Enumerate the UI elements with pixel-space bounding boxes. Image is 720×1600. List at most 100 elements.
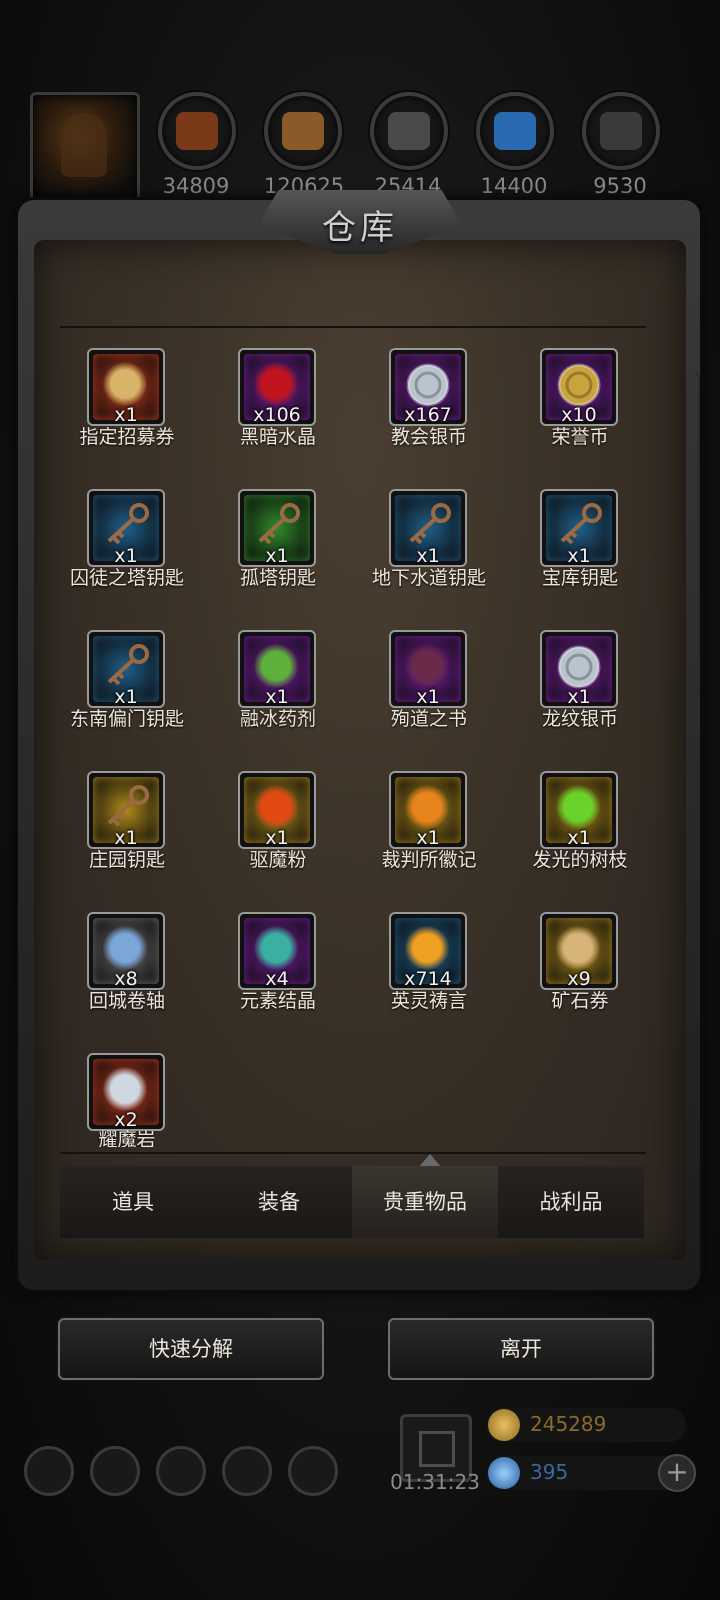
item-slot: x1 <box>87 771 165 849</box>
item-slot: x10 <box>540 348 618 426</box>
resource-slot[interactable]: 120625 <box>264 92 344 198</box>
tab-equipment[interactable]: 装备 <box>206 1166 352 1238</box>
item-name: 回城卷轴 <box>88 990 165 1012</box>
item-name: 龙纹银币 <box>541 708 618 730</box>
item-name: 裁判所徽记 <box>381 849 477 871</box>
item-name: 耀魔岩 <box>98 1129 156 1147</box>
tab-items[interactable]: 道具 <box>60 1166 206 1238</box>
item-slot: x1 <box>389 771 467 849</box>
stone-block-icon <box>600 112 642 150</box>
inventory-item[interactable]: x9 矿石券 <box>503 910 657 1050</box>
item-slot: x1 <box>540 771 618 849</box>
item-slot: x1 <box>238 630 316 708</box>
mail-icon[interactable] <box>222 1446 272 1496</box>
inventory-item[interactable]: x1 囚徒之塔钥匙 <box>50 487 204 627</box>
inventory-item[interactable]: x4 元素结晶 <box>201 910 355 1050</box>
resource-ring <box>476 92 554 170</box>
inventory-item[interactable]: x1 驱魔粉 <box>201 769 355 909</box>
menu-icon[interactable] <box>90 1446 140 1496</box>
inventory-item[interactable]: x1 裁判所徽记 <box>352 769 506 909</box>
settings-icon[interactable] <box>24 1446 74 1496</box>
inventory-item[interactable]: x167 教会银币 <box>352 346 506 486</box>
inventory-item[interactable]: x1 地下水道钥匙 <box>352 487 506 627</box>
item-slot: x1 <box>540 489 618 567</box>
ore-pile-icon <box>176 112 218 150</box>
leave-button[interactable]: 离开 <box>388 1318 654 1380</box>
resource-ring <box>158 92 236 170</box>
item-name: 黑暗水晶 <box>239 426 316 448</box>
resource-amount: 14400 <box>480 174 548 198</box>
tab-valuables[interactable]: 贵重物品 <box>352 1166 498 1238</box>
emblem-icon <box>405 785 449 829</box>
resource-slot[interactable]: 9530 <box>582 92 660 198</box>
inventory-item[interactable]: x1 龙纹银币 <box>503 628 657 768</box>
silver-coin-icon <box>405 362 450 407</box>
inventory-item[interactable]: x1 孤塔钥匙 <box>201 487 355 627</box>
inventory-item[interactable]: x1 东南偏门钥匙 <box>50 628 204 768</box>
dark-crystal-icon <box>254 362 298 406</box>
item-slot: x2 <box>87 1053 165 1131</box>
blue-crystal-icon <box>494 112 536 150</box>
category-tabs: 道具 装备 贵重物品 战利品 <box>60 1166 646 1238</box>
key-icon <box>556 503 602 547</box>
map-icon[interactable] <box>288 1446 338 1496</box>
bottom-divider <box>60 1152 646 1154</box>
item-name: 东南偏门钥匙 <box>69 708 184 730</box>
gold-coin-icon <box>488 1409 520 1441</box>
item-slot: x106 <box>238 348 316 426</box>
fire-orb-icon <box>405 926 449 970</box>
item-name: 庄园钥匙 <box>88 849 165 871</box>
item-slot: x1 <box>389 630 467 708</box>
side-scroll-edge <box>686 370 700 700</box>
item-slot: x1 <box>87 630 165 708</box>
item-slot: x1 <box>238 771 316 849</box>
hero-portrait[interactable] <box>30 92 140 202</box>
inventory-item[interactable]: x1 殉道之书 <box>352 628 506 768</box>
warehouse-title: 仓库 <box>322 208 398 248</box>
glowing-branch-icon <box>556 785 600 829</box>
book-icon <box>405 644 449 688</box>
inventory-item[interactable]: x1 融冰药剂 <box>201 628 355 768</box>
resource-slot[interactable]: 34809 <box>158 92 236 198</box>
gold-coin-icon <box>556 362 601 407</box>
cauldron-icon <box>254 644 298 688</box>
inventory-item[interactable]: x106 黑暗水晶 <box>201 346 355 486</box>
inventory-item[interactable]: x1 宝库钥匙 <box>503 487 657 627</box>
add-currency-button[interactable]: + <box>658 1454 696 1492</box>
inventory-item[interactable]: x8 回城卷轴 <box>50 910 204 1050</box>
key-icon <box>103 785 149 829</box>
inventory-item[interactable]: x714 英灵祷言 <box>352 910 506 1050</box>
resource-slot[interactable]: 14400 <box>476 92 554 198</box>
item-name: 指定招募券 <box>79 426 175 448</box>
inventory-item[interactable]: x1 庄园钥匙 <box>50 769 204 909</box>
inventory-item[interactable]: x1 发光的树枝 <box>503 769 657 909</box>
item-slot: x8 <box>87 912 165 990</box>
resource-ring <box>370 92 448 170</box>
resource-slot[interactable]: 25414 <box>370 92 448 198</box>
wood-plank-icon <box>282 112 324 150</box>
key-icon <box>254 503 300 547</box>
resource-amount: 34809 <box>162 174 230 198</box>
gift-timer: 01:31:23 <box>390 1470 480 1494</box>
item-slot: x1 <box>238 489 316 567</box>
item-name: 元素结晶 <box>239 990 316 1012</box>
item-slot: x167 <box>389 348 467 426</box>
powder-icon <box>254 785 298 829</box>
item-slot: x714 <box>389 912 467 990</box>
item-name: 地下水道钥匙 <box>371 567 486 589</box>
resource-ring <box>264 92 342 170</box>
tab-loot[interactable]: 战利品 <box>498 1166 644 1238</box>
hero-icon[interactable] <box>156 1446 206 1496</box>
item-name: 矿石券 <box>551 990 609 1012</box>
inventory-item[interactable]: x10 荣誉币 <box>503 346 657 486</box>
item-name: 融冰药剂 <box>239 708 316 730</box>
inventory-item[interactable]: x1 指定招募券 <box>50 346 204 486</box>
gem-amount: 395 <box>530 1460 569 1484</box>
gold-amount: 245289 <box>530 1412 607 1436</box>
gem-counter: 395 <box>486 1456 686 1490</box>
quick-salvage-button[interactable]: 快速分解 <box>58 1318 324 1380</box>
resource-amount: 9530 <box>593 174 647 198</box>
item-name: 发光的树枝 <box>532 849 628 871</box>
item-name: 荣誉币 <box>551 426 609 448</box>
item-slot: x9 <box>540 912 618 990</box>
